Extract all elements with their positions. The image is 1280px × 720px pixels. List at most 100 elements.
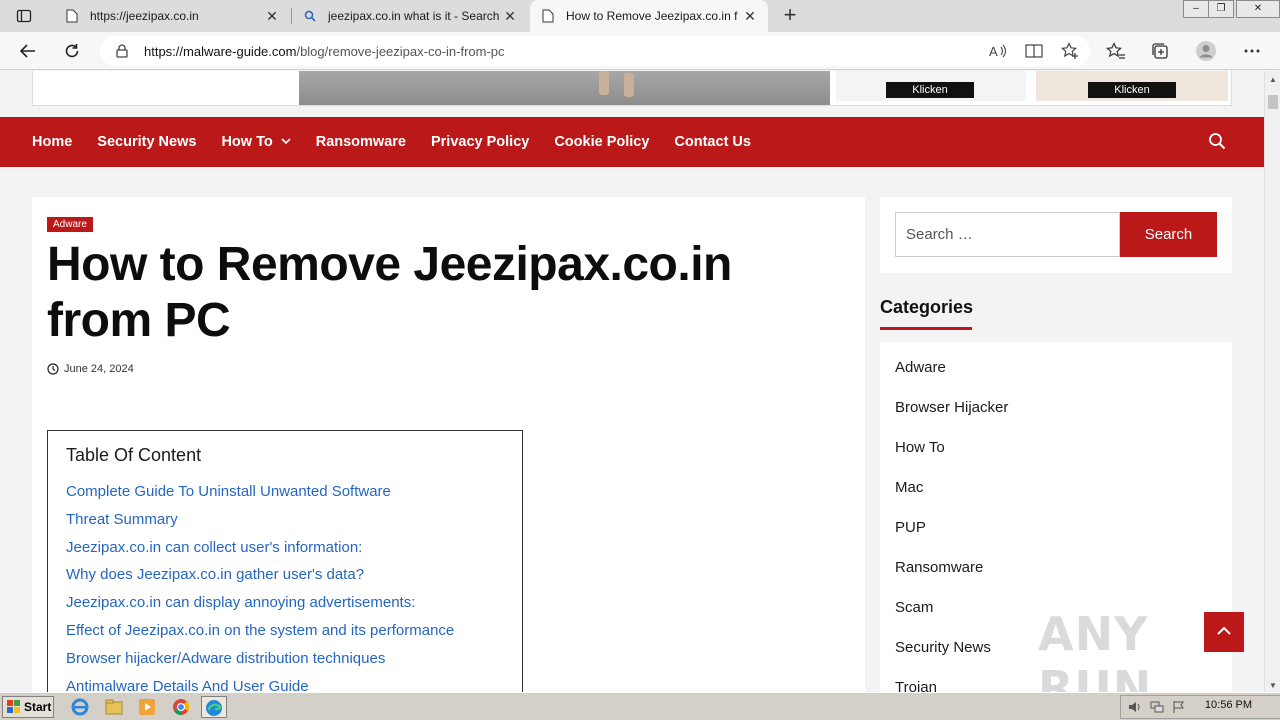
tab-title: https://jeezipax.co.in: [90, 9, 199, 23]
toc-link[interactable]: Jeezipax.co.in can collect user's inform…: [66, 534, 504, 562]
scroll-down-icon[interactable]: ▼: [1269, 681, 1277, 690]
system-clock[interactable]: 10:56 PM: [1205, 699, 1252, 711]
more-options-icon[interactable]: [1241, 40, 1263, 62]
tab-title: jeezipax.co.in what is it - Search: [328, 9, 500, 23]
ad-click-button[interactable]: Klicken: [886, 82, 974, 98]
category-link[interactable]: PUP: [895, 519, 1217, 559]
close-tab-icon[interactable]: ✕: [502, 8, 518, 25]
scrollbar-thumb[interactable]: [1268, 95, 1278, 109]
tab-actions-button[interactable]: [8, 6, 40, 26]
category-link[interactable]: Browser Hijacker: [895, 399, 1217, 439]
ad-click-button[interactable]: Klicken: [1088, 82, 1176, 98]
media-player-icon[interactable]: [137, 697, 157, 717]
action-center-flag-icon[interactable]: [1171, 700, 1187, 714]
category-link[interactable]: Adware: [895, 359, 1217, 399]
nav-cookie-policy[interactable]: Cookie Policy: [554, 134, 649, 150]
nav-how-to[interactable]: How To: [221, 134, 291, 150]
back-to-top-button[interactable]: [1204, 612, 1244, 652]
category-link[interactable]: Ransomware: [895, 559, 1217, 599]
close-window-button[interactable]: ✕: [1236, 0, 1280, 18]
start-label: Start: [24, 700, 52, 714]
toc-link[interactable]: Complete Guide To Uninstall Unwanted Sof…: [66, 478, 504, 506]
windows-logo-icon: [7, 700, 20, 713]
nav-ransomware[interactable]: Ransomware: [316, 134, 406, 150]
volume-icon[interactable]: [1127, 700, 1143, 714]
toc-title: Table Of Content: [66, 445, 202, 465]
main-navigation: Home Security News How To Ransomware Pri…: [0, 117, 1264, 167]
add-favorite-icon[interactable]: [1060, 42, 1080, 60]
search-button[interactable]: Search: [1120, 212, 1217, 257]
profile-avatar-icon[interactable]: [1195, 40, 1217, 62]
category-badge[interactable]: Adware: [47, 217, 93, 232]
web-page: Klicken Klicken Home Security News How T…: [0, 71, 1264, 692]
refresh-button[interactable]: [60, 40, 84, 62]
edge-taskbar-button[interactable]: [201, 696, 227, 718]
nav-home[interactable]: Home: [32, 134, 72, 150]
start-button[interactable]: Start: [2, 696, 54, 718]
nav-privacy-policy[interactable]: Privacy Policy: [431, 134, 529, 150]
ad-image-detail: [624, 73, 634, 97]
nav-contact-us[interactable]: Contact Us: [674, 134, 751, 150]
system-tray: [1120, 695, 1280, 719]
toc-link[interactable]: Effect of Jeezipax.co.in on the system a…: [66, 617, 504, 645]
browser-tab-active[interactable]: How to Remove Jeezipax.co.in f ✕: [530, 0, 768, 32]
clock-icon: [47, 363, 59, 375]
toc-link[interactable]: Browser hijacker/Adware distribution tec…: [66, 645, 504, 673]
chevron-up-icon: [1217, 626, 1231, 635]
back-button[interactable]: [16, 40, 40, 62]
search-icon[interactable]: [1208, 132, 1228, 152]
tab-strip: https://jeezipax.co.in ✕ jeezipax.co.in …: [0, 0, 1280, 32]
scroll-up-icon[interactable]: ▲: [1269, 75, 1277, 84]
page-scrollbar[interactable]: ▲ ▼: [1264, 71, 1280, 692]
toc-link[interactable]: Jeezipax.co.in can display annoying adve…: [66, 589, 504, 617]
article-title: How to Remove Jeezipax.co.in from PC: [47, 238, 732, 347]
arrow-left-icon: [19, 44, 35, 58]
minimize-button[interactable]: –: [1183, 0, 1209, 18]
page-icon: [64, 9, 80, 23]
address-bar-row: https://malware-guide.com/blog/remove-je…: [0, 32, 1280, 70]
read-aloud-icon[interactable]: A: [988, 42, 1008, 60]
browser-tab[interactable]: jeezipax.co.in what is it - Search ✕: [292, 0, 528, 32]
ad-banner: Klicken Klicken: [32, 71, 1232, 106]
svg-text:A: A: [989, 44, 998, 59]
close-tab-icon[interactable]: ✕: [264, 8, 280, 25]
url-text: https://malware-guide.com/blog/remove-je…: [144, 43, 505, 59]
favorites-icon[interactable]: [1105, 40, 1127, 62]
chevron-down-icon: [281, 137, 291, 148]
close-tab-icon[interactable]: ✕: [742, 8, 758, 25]
lock-icon[interactable]: [100, 44, 144, 58]
categories-heading: Categories: [880, 297, 974, 317]
nav-security-news[interactable]: Security News: [97, 134, 196, 150]
chrome-icon[interactable]: [171, 697, 191, 717]
post-date: June 24, 2024: [47, 363, 134, 375]
table-of-contents: Table Of Content Complete Guide To Unins…: [47, 430, 523, 692]
taskbar: Start 10:56 PM: [0, 692, 1280, 720]
toc-link[interactable]: Antimalware Details And User Guide: [66, 673, 504, 692]
browser-tab[interactable]: https://jeezipax.co.in ✕: [54, 0, 290, 32]
category-link[interactable]: Mac: [895, 479, 1217, 519]
toc-link[interactable]: Threat Summary: [66, 506, 504, 534]
post-date-text[interactable]: June 24, 2024: [64, 363, 134, 375]
new-tab-button[interactable]: +: [778, 4, 802, 28]
url-bar[interactable]: https://malware-guide.com/blog/remove-je…: [100, 36, 1090, 66]
collections-icon[interactable]: [1149, 40, 1171, 62]
category-link[interactable]: How To: [895, 439, 1217, 479]
ad-image[interactable]: [299, 71, 830, 105]
internet-explorer-icon[interactable]: [70, 697, 90, 717]
maximize-button[interactable]: ❐: [1208, 0, 1234, 18]
page-icon: [540, 9, 556, 23]
tab-title: How to Remove Jeezipax.co.in f: [566, 9, 738, 23]
edge-icon: [206, 700, 222, 716]
article-card: Adware How to Remove Jeezipax.co.in from…: [32, 197, 865, 692]
tab-actions-icon: [16, 9, 32, 23]
immersive-reader-icon[interactable]: [1024, 42, 1044, 60]
toc-link[interactable]: Why does Jeezipax.co.in gather user's da…: [66, 561, 504, 589]
file-explorer-icon[interactable]: [104, 697, 124, 717]
search-input[interactable]: Search …: [895, 212, 1120, 257]
nav-how-to-label: How To: [221, 134, 273, 150]
refresh-icon: [65, 44, 79, 58]
sidebar-search: Search … Search: [880, 197, 1232, 273]
ad-image-detail: [599, 71, 609, 95]
network-icon[interactable]: [1149, 700, 1165, 714]
search-icon: [302, 10, 318, 22]
